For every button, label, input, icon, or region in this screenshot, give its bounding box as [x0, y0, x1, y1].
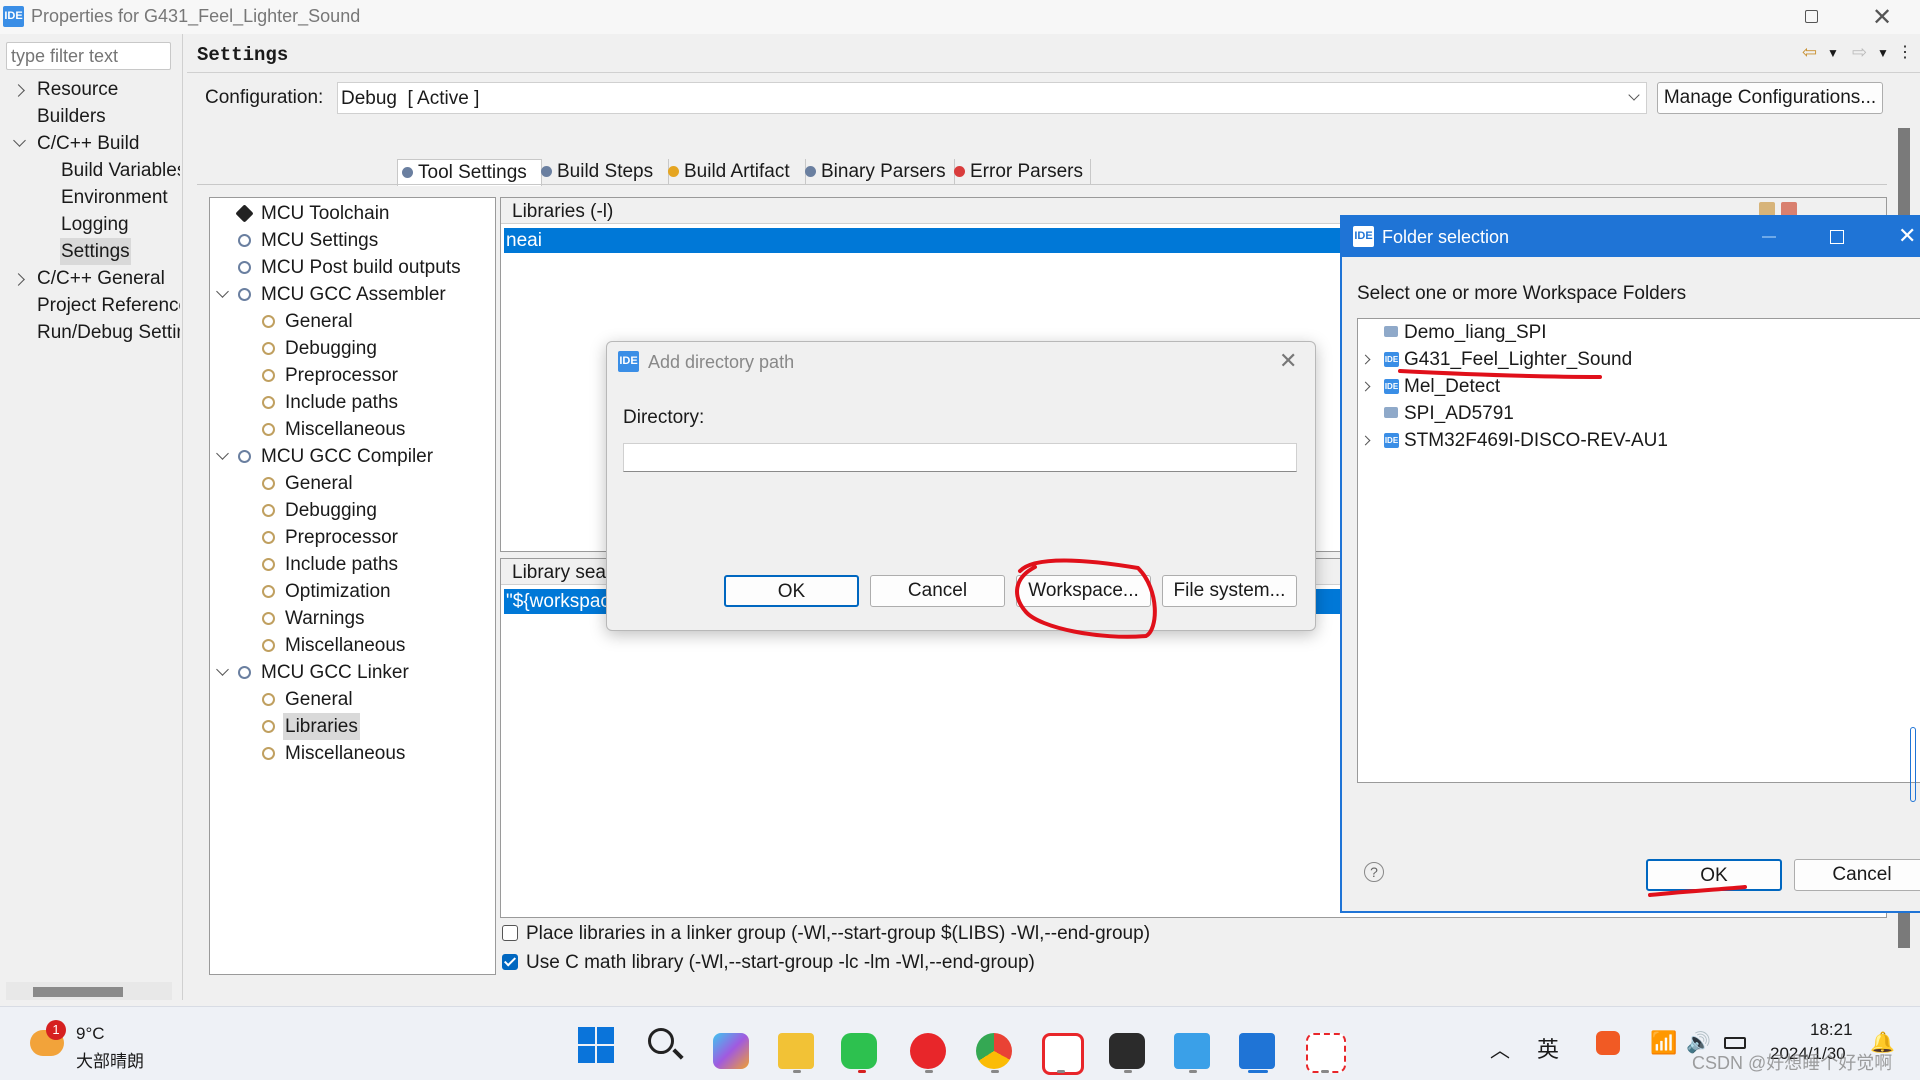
snipping-tool-icon[interactable] [1306, 1033, 1346, 1073]
wechat-icon[interactable] [841, 1033, 877, 1069]
running-indicator-active [1248, 1070, 1268, 1073]
running-indicator [1321, 1070, 1329, 1073]
project-underline-annotation [1398, 369, 1602, 379]
temperature: 9°C [76, 1024, 105, 1043]
wps-icon[interactable] [1042, 1033, 1084, 1075]
running-indicator [1189, 1070, 1197, 1073]
search-icon[interactable] [648, 1028, 674, 1054]
running-indicator [925, 1070, 933, 1073]
stm32cubemx-icon[interactable] [1174, 1033, 1210, 1069]
csdn-watermark: CSDN @好想睡个好觉啊 [1692, 1053, 1893, 1073]
start-icon[interactable] [578, 1027, 614, 1063]
annotation-overlay [1015, 369, 1747, 897]
show-hidden-icons-icon[interactable]: ︿ [1490, 1034, 1510, 1063]
sogou-icon[interactable] [1596, 1031, 1620, 1055]
workspace-circle-annotation [1015, 558, 1157, 639]
ok-underline-annotation [1648, 885, 1747, 897]
running-indicator [793, 1070, 801, 1073]
weather-badge: 1 [46, 1020, 66, 1040]
chrome-icon[interactable] [976, 1033, 1012, 1069]
clock-time[interactable]: 18:21 [1810, 1020, 1853, 1040]
running-indicator [858, 1070, 866, 1073]
notion-icon[interactable] [1109, 1033, 1145, 1069]
running-indicator [1124, 1070, 1132, 1073]
weather-description: 大部晴朗 [76, 1052, 144, 1071]
copilot-icon[interactable] [713, 1033, 749, 1069]
app-red-icon[interactable] [910, 1033, 946, 1069]
running-indicator [1057, 1070, 1065, 1073]
wifi-icon[interactable]: 📶 [1650, 1030, 1677, 1056]
file-explorer-icon[interactable] [778, 1033, 814, 1069]
battery-icon[interactable] [1724, 1037, 1746, 1049]
ime-indicator[interactable]: 英 [1537, 1032, 1559, 1064]
stm32cubeide-icon[interactable] [1239, 1033, 1275, 1069]
running-indicator [991, 1070, 999, 1073]
taskbar: 1 9°C 大部晴朗 [0, 1006, 1920, 1080]
